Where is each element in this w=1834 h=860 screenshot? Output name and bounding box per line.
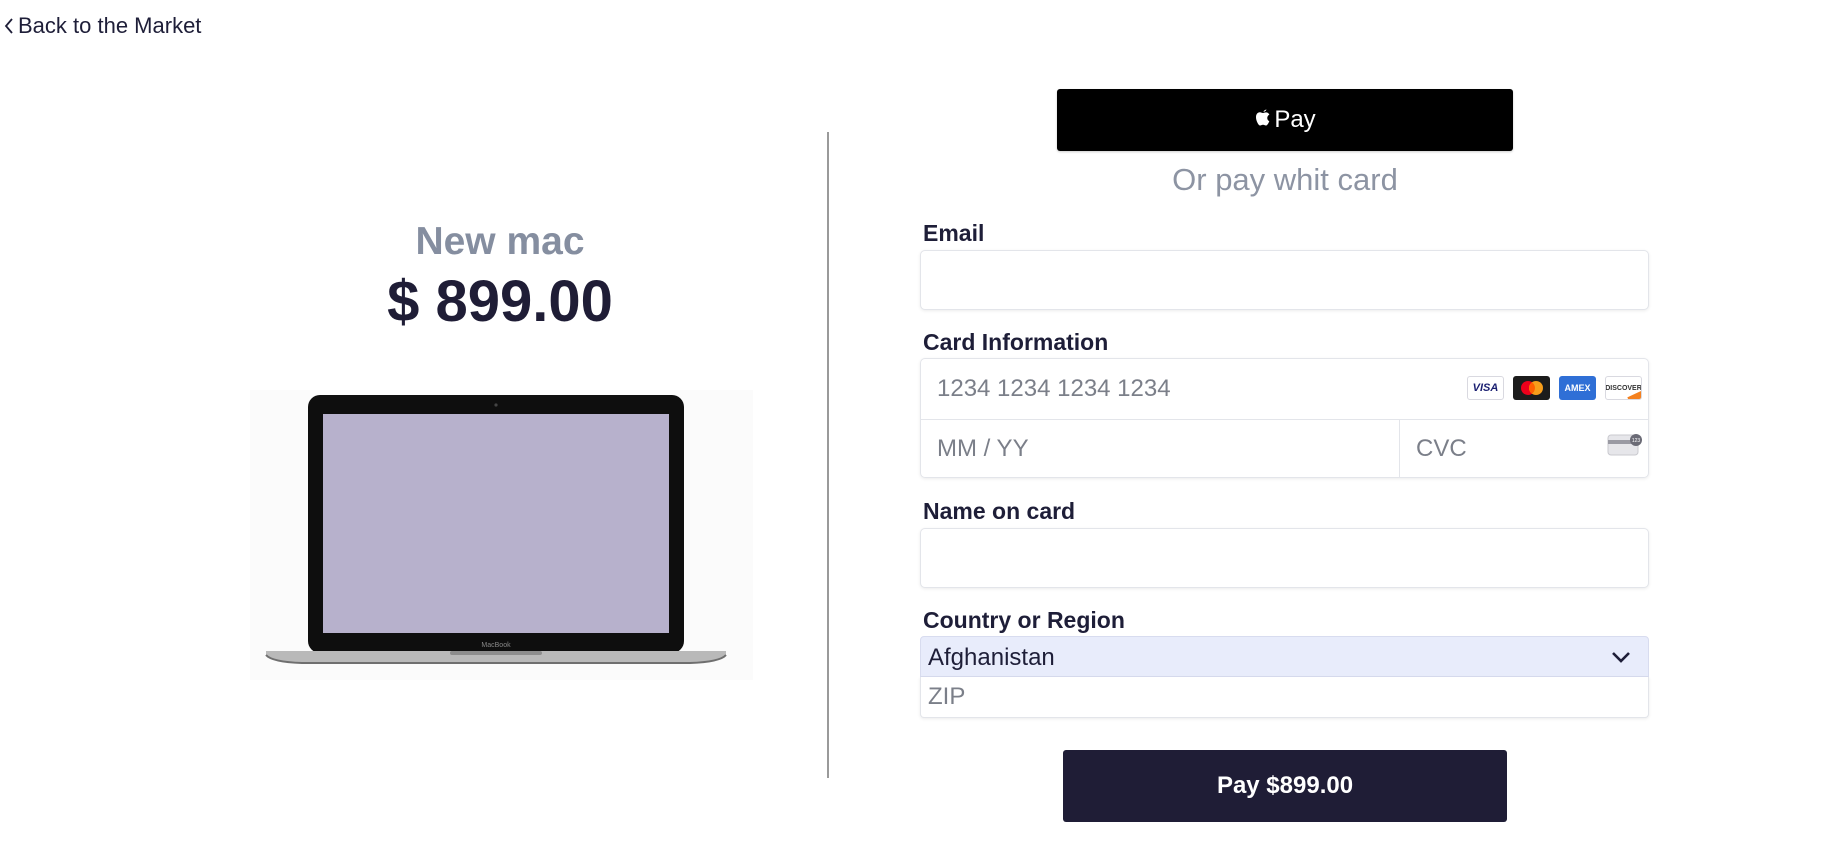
expiry-field (921, 419, 1400, 478)
name-field-wrapper (920, 528, 1649, 588)
product-image: MacBook (250, 390, 753, 680)
card-information-label: Card Information (923, 329, 1109, 355)
cvc-card-icon: 123 (1607, 434, 1642, 456)
apple-pay-button[interactable]: Pay (1057, 89, 1513, 151)
expiry-input[interactable] (921, 419, 1399, 478)
name-on-card-label: Name on card (923, 498, 1076, 524)
cvc-field: 123 (1400, 419, 1648, 478)
apple-pay-label: Pay (1274, 106, 1316, 133)
laptop-brand-text: MacBook (481, 642, 511, 649)
name-on-card-input[interactable] (921, 529, 1648, 587)
visa-icon: VISA (1467, 376, 1504, 400)
email-input[interactable] (921, 251, 1648, 309)
email-label: Email (923, 220, 985, 246)
discover-icon: DISCOVER (1605, 376, 1642, 400)
back-to-market-link[interactable]: Back to the Market (3, 12, 201, 40)
zip-input[interactable] (921, 677, 1648, 717)
discover-text: DISCOVER (1605, 384, 1642, 392)
column-divider (827, 132, 829, 778)
amex-icon: AMEX (1559, 376, 1596, 400)
card-number-input[interactable] (921, 359, 1441, 419)
back-link-label: Back to the Market (18, 13, 202, 38)
zip-field (920, 677, 1649, 718)
pay-button[interactable]: Pay $899.00 (1063, 750, 1507, 822)
card-expiry-cvc-row: 123 (921, 419, 1648, 478)
mastercard-icon (1513, 376, 1550, 400)
chevron-down-icon (1612, 652, 1630, 663)
card-information-group: VISA AMEX DISCOVER (920, 358, 1649, 478)
card-brands: VISA AMEX DISCOVER (1467, 376, 1642, 400)
pay-with-card-divider-text: Or pay whit card (1172, 162, 1398, 197)
email-field-wrapper (920, 250, 1649, 310)
card-number-row: VISA AMEX DISCOVER (921, 359, 1648, 420)
cvc-input[interactable] (1400, 419, 1600, 478)
cvc-hint-text: 123 (1632, 438, 1641, 444)
country-label: Country or Region (923, 607, 1125, 633)
country-selected-value: Afghanistan (928, 644, 1055, 671)
product-summary: New mac $ 899.00 (240, 210, 760, 336)
product-price: $ 899.00 (387, 269, 613, 334)
country-select[interactable]: Afghanistan (920, 636, 1649, 677)
product-name: New mac (415, 220, 585, 263)
chevron-left-icon (4, 18, 13, 34)
apple-logo-icon (1256, 109, 1270, 126)
